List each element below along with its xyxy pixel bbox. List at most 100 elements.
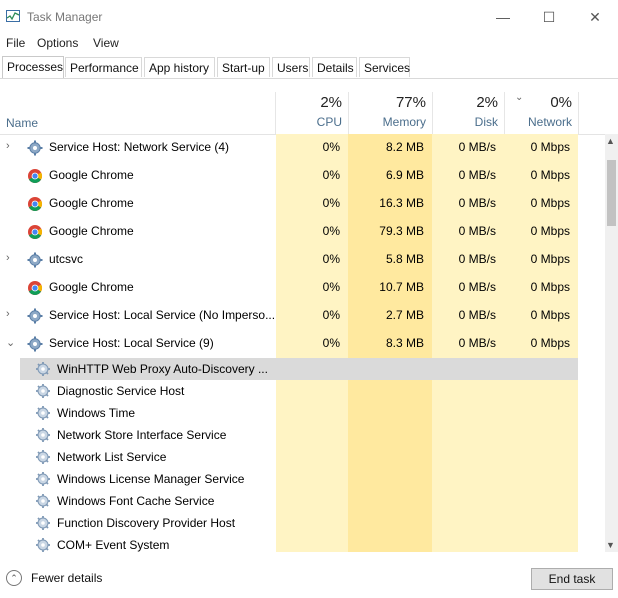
memory-cell: 16.3 MB: [348, 190, 432, 218]
process-row[interactable]: › utcsvc 0% 5.8 MB 0 MB/s 0 Mbps: [0, 246, 605, 274]
tab-details[interactable]: Details: [312, 57, 357, 77]
process-name-cell: Google Chrome: [0, 218, 276, 246]
memory-label: Memory: [382, 115, 426, 129]
disk-cell: [432, 512, 504, 534]
network-cell: [504, 380, 578, 402]
menu-file[interactable]: File: [6, 36, 25, 50]
service-gear-icon: [35, 383, 51, 399]
disk-label: Disk: [474, 115, 498, 129]
menu-options[interactable]: Options: [37, 36, 78, 50]
network-cell: [504, 512, 578, 534]
maximize-button[interactable]: ☐: [526, 0, 572, 34]
process-row[interactable]: Google Chrome 0% 6.9 MB 0 MB/s 0 Mbps: [0, 162, 605, 190]
process-row[interactable]: Google Chrome 0% 16.3 MB 0 MB/s 0 Mbps: [0, 190, 605, 218]
service-row[interactable]: Windows Time: [0, 402, 605, 424]
memory-cell: 6.9 MB: [348, 162, 432, 190]
process-row[interactable]: › Service Host: Local Service (No Imperso…: [0, 302, 605, 330]
chevron-up-icon: ⌃: [6, 570, 22, 586]
expand-chevron-icon[interactable]: ›: [6, 308, 10, 320]
disk-cell: 0 MB/s: [432, 246, 504, 274]
memory-cell: [348, 468, 432, 490]
close-button[interactable]: ✕: [572, 0, 618, 34]
cpu-cell: 0%: [276, 330, 348, 358]
gear-icon: [27, 140, 43, 156]
column-cpu-header[interactable]: 2% CPU: [276, 92, 348, 134]
tab-start-up[interactable]: Start-up: [217, 57, 270, 77]
network-cell: 0 Mbps: [504, 274, 578, 302]
disk-cell: 0 MB/s: [432, 302, 504, 330]
end-task-button[interactable]: End task: [531, 568, 613, 590]
cpu-label: CPU: [316, 115, 342, 129]
memory-cell: 8.2 MB: [348, 134, 432, 162]
chrome-icon: [27, 224, 43, 240]
tab-app-history[interactable]: App history: [144, 57, 215, 77]
process-name: Google Chrome: [49, 168, 134, 182]
column-name-header[interactable]: Name: [6, 116, 38, 130]
service-name: COM+ Event System: [57, 538, 170, 552]
network-cell: [504, 446, 578, 468]
disk-total: 2%: [476, 94, 498, 111]
cpu-cell: 0%: [276, 274, 348, 302]
disk-cell: 0 MB/s: [432, 134, 504, 162]
service-gear-icon: [35, 537, 51, 552]
tab-users[interactable]: Users: [272, 57, 310, 77]
service-row[interactable]: WinHTTP Web Proxy Auto-Discovery ...: [0, 358, 605, 380]
process-name-cell: › utcsvc: [0, 246, 276, 274]
scroll-up-icon[interactable]: ▲: [606, 136, 615, 146]
chrome-icon: [27, 168, 43, 184]
cpu-cell: [276, 534, 348, 552]
disk-cell: 0 MB/s: [432, 190, 504, 218]
service-row[interactable]: Windows License Manager Service: [0, 468, 605, 490]
cpu-cell: 0%: [276, 190, 348, 218]
disk-cell: [432, 380, 504, 402]
process-row[interactable]: › Service Host: Network Service (4) 0% 8.2 …: [0, 134, 605, 162]
service-gear-icon: [35, 427, 51, 443]
service-row[interactable]: Windows Font Cache Service: [0, 490, 605, 512]
menu-view[interactable]: View: [93, 36, 119, 50]
menu-bar: File Options View: [0, 34, 618, 54]
scroll-thumb[interactable]: [607, 160, 616, 226]
column-network-header[interactable]: 0% Network: [504, 92, 578, 134]
vertical-scrollbar[interactable]: ▲ ▼: [605, 134, 618, 552]
tab-performance[interactable]: Performance: [65, 57, 142, 77]
chrome-icon: [27, 280, 43, 296]
network-cell: 0 Mbps: [504, 302, 578, 330]
expand-chevron-icon[interactable]: ›: [6, 140, 10, 152]
disk-cell: [432, 534, 504, 552]
process-name: Google Chrome: [49, 224, 134, 238]
memory-cell: [348, 402, 432, 424]
gear-icon: [27, 336, 43, 352]
expand-chevron-icon[interactable]: ⌄: [6, 336, 15, 349]
fewer-details-button[interactable]: ⌃ Fewer details: [6, 570, 102, 586]
network-cell: 0 Mbps: [504, 246, 578, 274]
tab-processes[interactable]: Processes: [2, 56, 64, 78]
process-row[interactable]: Google Chrome 0% 79.3 MB 0 MB/s 0 Mbps: [0, 218, 605, 246]
scroll-down-icon[interactable]: ▼: [606, 540, 615, 550]
service-name: Function Discovery Provider Host: [57, 516, 236, 530]
process-list: › Service Host: Network Service (4) 0% 8.2 …: [0, 134, 605, 552]
task-manager-icon: [6, 10, 20, 22]
service-row[interactable]: COM+ Event System: [0, 534, 605, 552]
process-row[interactable]: ⌄ Service Host: Local Service (9) 0% 8.3 MB…: [0, 330, 605, 358]
minimize-button[interactable]: —: [480, 0, 526, 34]
process-row[interactable]: Google Chrome 0% 10.7 MB 0 MB/s 0 Mbps: [0, 274, 605, 302]
memory-cell: 8.3 MB: [348, 330, 432, 358]
cpu-cell: 0%: [276, 134, 348, 162]
expand-chevron-icon[interactable]: ›: [6, 252, 10, 264]
tab-services[interactable]: Services: [359, 57, 410, 77]
service-row[interactable]: Network Store Interface Service: [0, 424, 605, 446]
cpu-cell: 0%: [276, 162, 348, 190]
process-name-cell: Google Chrome: [0, 162, 276, 190]
disk-cell: [432, 402, 504, 424]
network-cell: 0 Mbps: [504, 218, 578, 246]
title-bar: Task Manager — ☐ ✕: [0, 0, 618, 34]
process-name-cell: › Service Host: Network Service (4): [0, 134, 276, 162]
service-row[interactable]: Network List Service: [0, 446, 605, 468]
service-row[interactable]: Function Discovery Provider Host: [0, 512, 605, 534]
network-cell: [504, 490, 578, 512]
cpu-cell: 0%: [276, 246, 348, 274]
memory-cell: 5.8 MB: [348, 246, 432, 274]
service-row[interactable]: Diagnostic Service Host: [0, 380, 605, 402]
column-disk-header[interactable]: 2% Disk: [432, 92, 504, 134]
column-memory-header[interactable]: 77% Memory: [348, 92, 432, 134]
